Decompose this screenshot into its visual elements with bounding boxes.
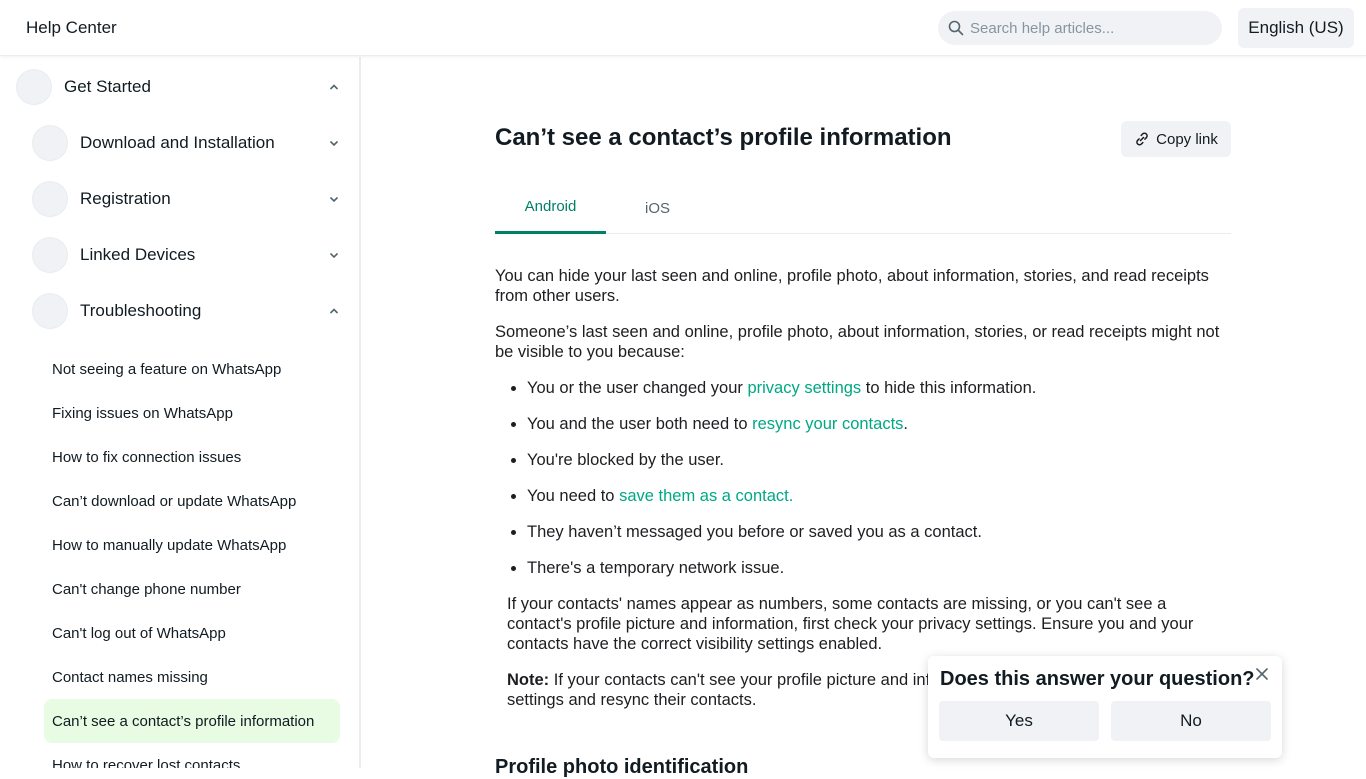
sidebar-article-link[interactable]: Contact names missing [44,655,340,699]
brand-title[interactable]: Help Center [26,18,117,38]
tab-ios[interactable]: iOS [620,182,695,234]
section-icon [32,125,68,161]
paragraph: Someone’s last seen and online, profile … [495,323,1220,361]
language-selector[interactable]: English (US) [1238,8,1354,48]
list-item: You need to save them as a contact. [527,486,1231,506]
nav-section-label: Get Started [64,77,151,96]
note-label: Note: [507,671,550,689]
feedback-question: Does this answer your question? [940,668,1255,690]
list-item: They haven’t messaged you before or save… [527,522,1231,542]
sidebar-article-link[interactable]: Not seeing a feature on WhatsApp [44,347,340,391]
sidebar-article-link[interactable]: Can't log out of WhatsApp [44,611,340,655]
nav-section-label: Registration [80,189,171,208]
tab-android[interactable]: Android [495,182,606,234]
nav-section-troubleshooting[interactable]: Troubleshooting [32,291,340,331]
section-icon [32,237,68,273]
sidebar-article-link[interactable]: Can’t download or update WhatsApp [44,479,340,523]
paragraph: You can hide your last seen and online, … [495,267,1209,305]
search-icon [948,20,964,36]
save-contact-link[interactable]: save them as a contact. [619,487,793,505]
sidebar-nav: Get Started Download and Installation Re… [0,57,361,768]
nav-section-linked-devices[interactable]: Linked Devices [32,235,340,275]
copy-link-label: Copy link [1156,130,1218,148]
list-item: There's a temporary network issue. [527,558,1231,578]
feedback-yes-button[interactable]: Yes [939,701,1099,741]
chevron-down-icon [329,140,339,147]
chevron-up-icon [329,84,339,90]
chevron-down-icon [329,196,339,203]
section-icon [32,181,68,217]
reasons-list: You or the user changed your privacy set… [527,378,1231,578]
privacy-settings-link[interactable]: privacy settings [747,379,861,397]
link-icon [1136,132,1148,146]
section-icon [16,69,52,105]
nav-section-get-started[interactable]: Get Started [16,67,340,107]
sidebar-article-link[interactable]: How to fix connection issues [44,435,340,479]
paragraph: If your contacts' names appear as number… [507,595,1194,653]
resync-contacts-link[interactable]: resync your contacts [752,415,903,433]
nav-section-label: Download and Installation [80,133,275,152]
list-item: You and the user both need to resync you… [527,414,1231,434]
top-header: Help Center English (US) [0,0,1366,56]
feedback-no-button[interactable]: No [1111,701,1271,741]
chevron-up-icon [329,308,339,314]
search-input[interactable] [970,11,1214,45]
list-item: You or the user changed your privacy set… [527,378,1231,398]
search-box[interactable] [938,11,1222,45]
sidebar-article-link[interactable]: How to manually update WhatsApp [44,523,340,567]
section-icon [32,293,68,329]
sidebar-article-link[interactable]: Can't change phone number [44,567,340,611]
list-item: You're blocked by the user. [527,450,1231,470]
nav-section-download-installation[interactable]: Download and Installation [32,123,340,163]
copy-link-button[interactable]: Copy link [1121,121,1231,157]
close-icon[interactable] [1254,666,1270,682]
sidebar-article-link[interactable]: Fixing issues on WhatsApp [44,391,340,435]
platform-tabs: Android iOS [495,182,1231,234]
feedback-popup: Does this answer your question? Yes No [928,656,1282,758]
nav-section-registration[interactable]: Registration [32,179,340,219]
chevron-down-icon [329,252,339,259]
article-title: Can’t see a contact’s profile informatio… [495,124,952,151]
sidebar-article-link[interactable]: How to recover lost contacts [44,743,340,769]
nav-section-label: Troubleshooting [80,301,202,320]
sidebar-article-link-active[interactable]: Can’t see a contact’s profile informatio… [44,699,340,743]
nav-section-label: Linked Devices [80,245,196,264]
